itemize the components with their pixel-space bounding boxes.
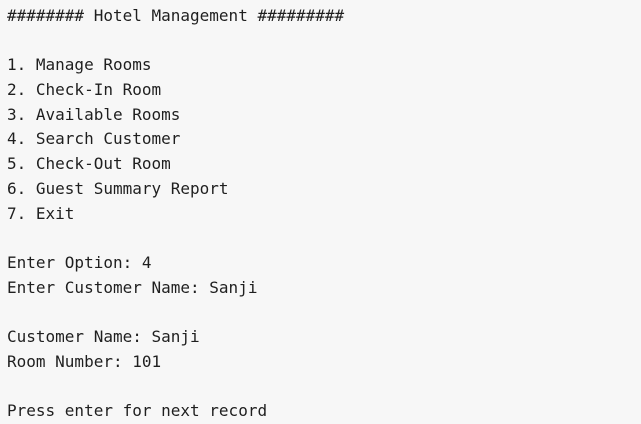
menu-item-search-customer: 4. Search Customer — [7, 129, 181, 149]
result-customer-name: Customer Name: Sanji — [7, 326, 200, 346]
menu-item-exit: 7. Exit — [7, 203, 75, 223]
menu-item-guest-summary-report: 6. Guest Summary Report — [7, 178, 229, 198]
result-room-number: Room Number: 101 — [7, 351, 162, 371]
app-title: ######## Hotel Management ######### — [7, 6, 345, 25]
option-prompt-line: Enter Option: 4 — [7, 252, 152, 272]
customer-name-prompt-line: Enter Customer Name: Sanji — [7, 277, 258, 297]
console-output: ######## Hotel Management ######### 1. M… — [7, 4, 633, 424]
menu-item-manage-rooms: 1. Manage Rooms — [7, 55, 152, 75]
menu-item-check-out-room: 5. Check-Out Room — [7, 154, 171, 174]
menu-item-check-in-room: 2. Check-In Room — [7, 80, 162, 100]
menu-item-available-rooms: 3. Available Rooms — [7, 104, 181, 124]
